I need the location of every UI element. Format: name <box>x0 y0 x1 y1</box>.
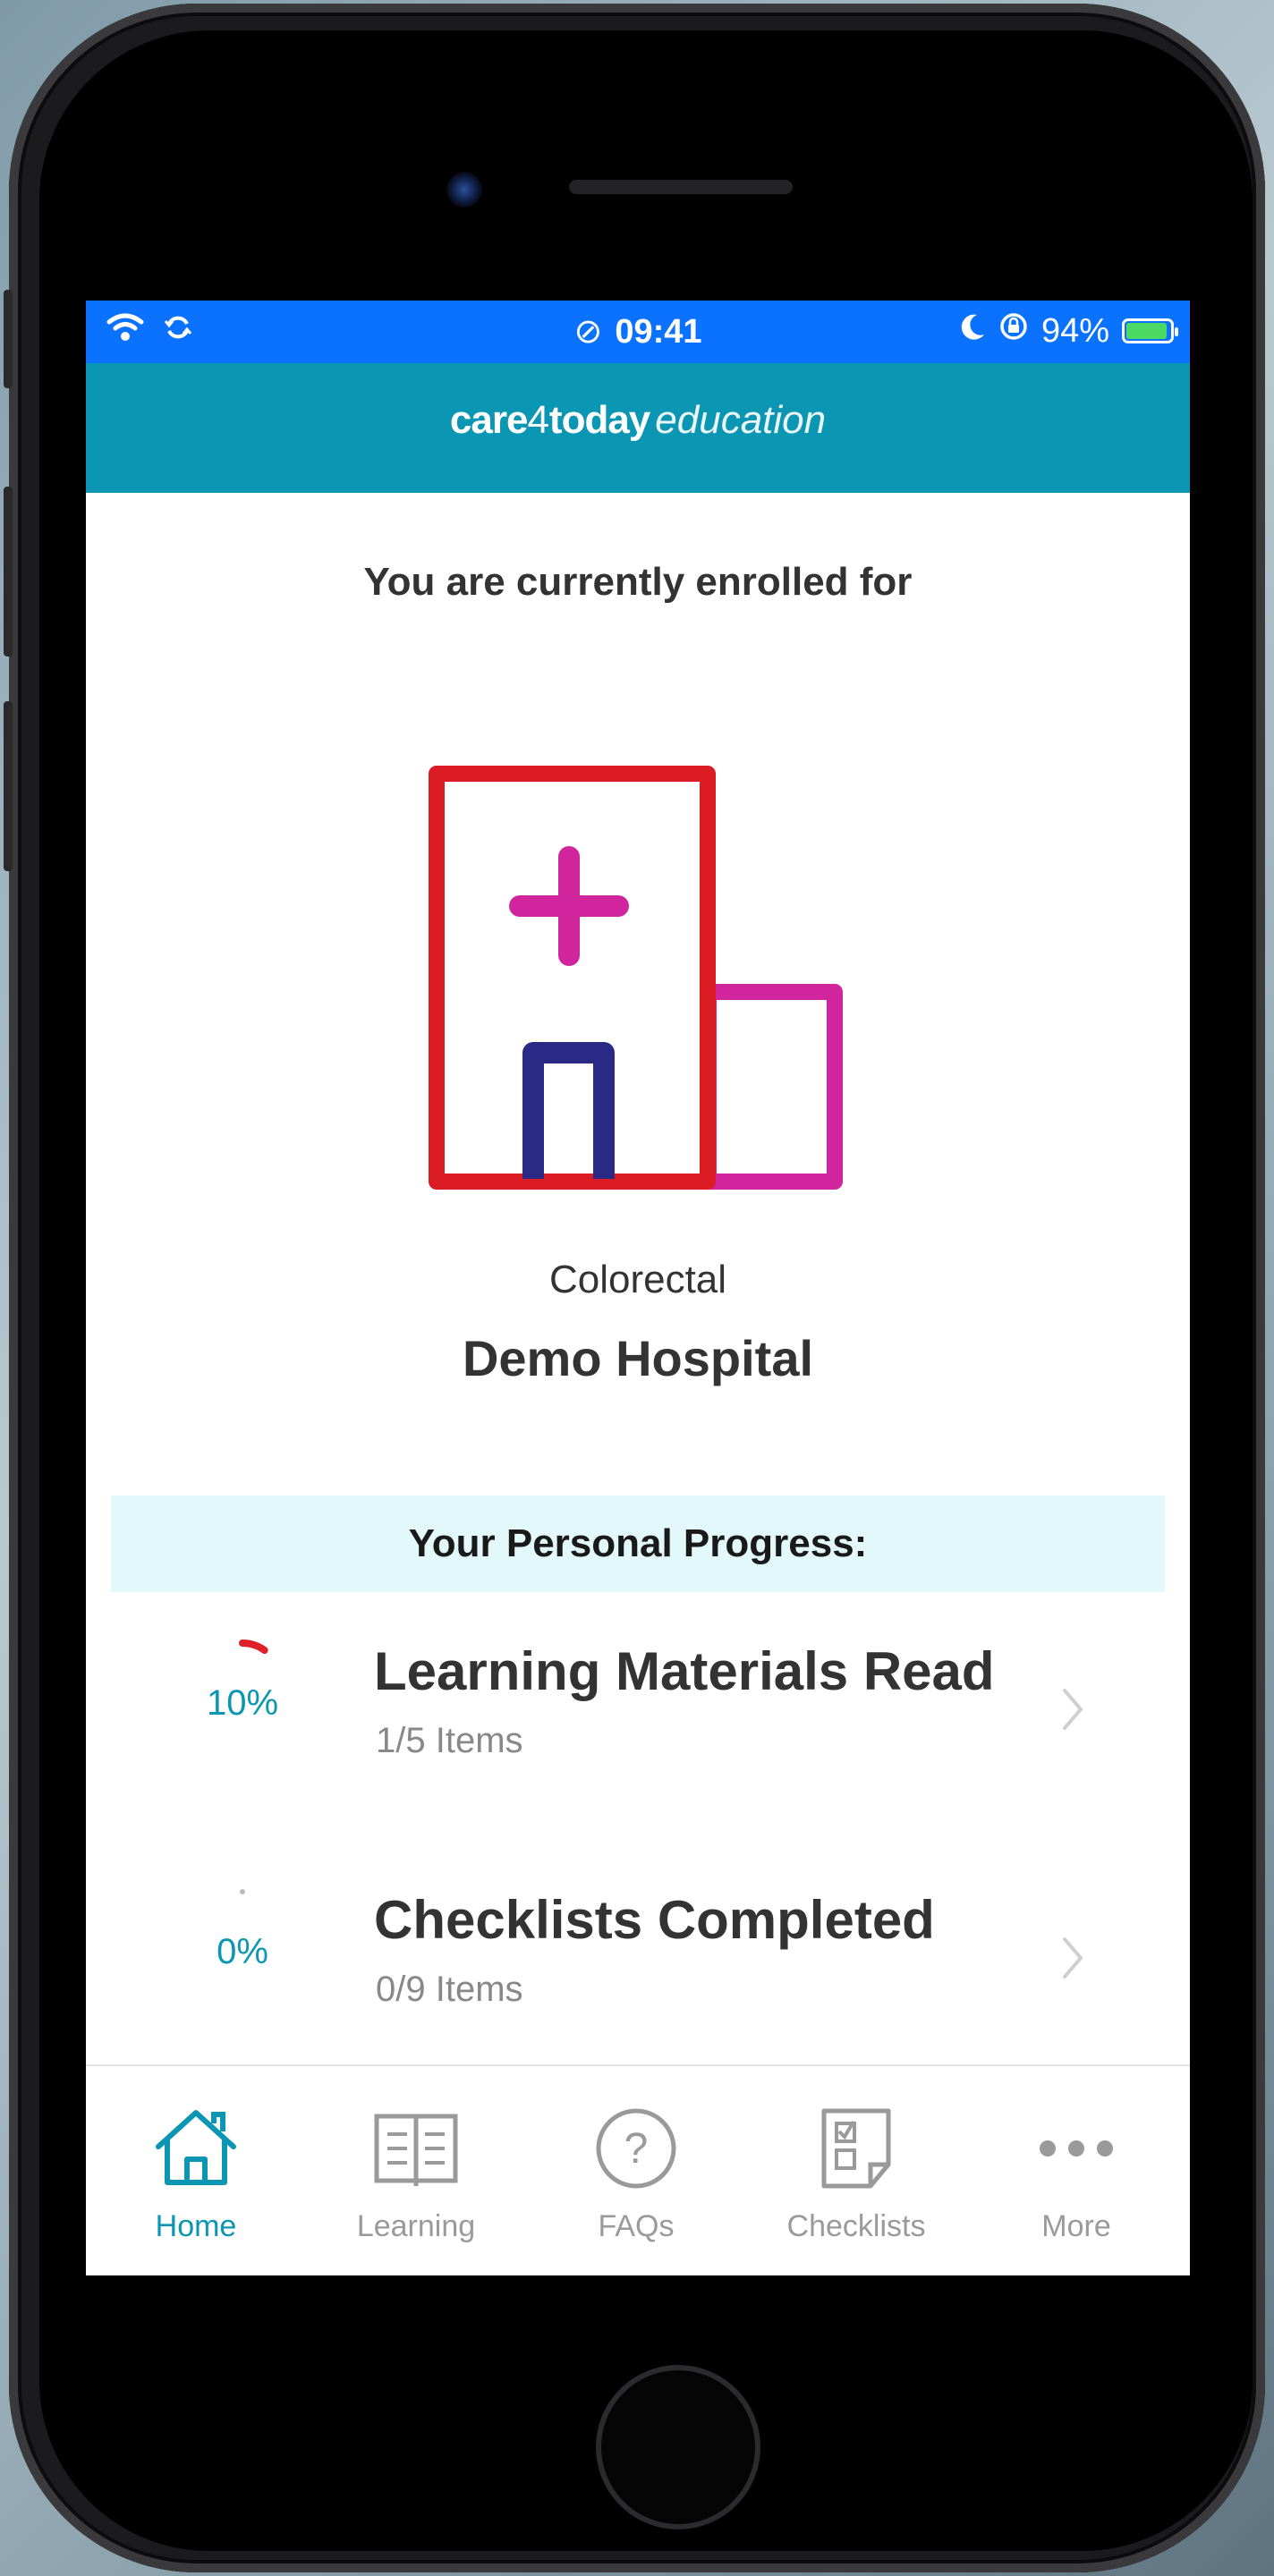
question-icon: ? <box>596 2108 676 2189</box>
tab-label: FAQs <box>598 2209 675 2243</box>
moon-icon <box>959 311 986 351</box>
checklist-icon <box>821 2108 891 2189</box>
hospital-icon <box>429 766 843 1190</box>
enrolled-label: You are currently enrolled for <box>363 560 913 604</box>
progress-title: Checklists Completed <box>374 1890 935 1950</box>
app-screen: ⊘ 09:41 94% care4today education You are c… <box>86 301 1190 2275</box>
app-header: care4today education <box>86 363 1190 493</box>
chevron-right-icon <box>1063 1937 1083 1979</box>
volume-up-button <box>4 487 13 657</box>
battery-percent: 94% <box>1040 311 1109 350</box>
hospital-name: Demo Hospital <box>462 1330 814 1386</box>
home-hardware-button[interactable] <box>596 2365 760 2529</box>
progress-percent: 10% <box>206 1683 279 1723</box>
tab-learning[interactable]: Learning <box>306 2066 526 2275</box>
progress-subtitle: 0/9 Items <box>376 1970 523 2009</box>
progress-row-learning[interactable]: 10% Learning Materials Read 1/5 Items <box>86 1623 1190 1801</box>
book-icon <box>374 2114 458 2186</box>
status-bar: ⊘ 09:41 94% <box>86 301 1190 363</box>
tab-checklists[interactable]: Checklists <box>746 2066 966 2275</box>
link-icon: ⊘ <box>573 313 603 351</box>
more-icon <box>1040 2140 1113 2157</box>
tab-faqs[interactable]: ? FAQs <box>526 2066 746 2275</box>
tab-more[interactable]: More <box>966 2066 1186 2275</box>
specialty-label: Colorectal <box>548 1258 727 1301</box>
progress-percent: 0% <box>217 1932 268 1971</box>
home-icon <box>156 2110 236 2185</box>
tab-home[interactable]: Home <box>86 2066 306 2275</box>
volume-down-button <box>4 701 13 871</box>
tab-bar: Home Learning ? FAQs Checklists More <box>86 2064 1190 2275</box>
orientation-lock-icon <box>998 311 1029 351</box>
chevron-right-icon <box>1063 1689 1083 1730</box>
progress-title: Learning Materials Read <box>374 1641 995 1701</box>
brand-logo: care4today education <box>449 398 827 442</box>
progress-heading: Your Personal Progress: <box>111 1496 1165 1592</box>
tab-label: Checklists <box>786 2209 926 2243</box>
front-camera <box>446 172 482 208</box>
tab-label: Home <box>155 2209 237 2243</box>
mute-switch <box>4 290 13 388</box>
battery-charging-icon <box>1122 318 1178 343</box>
progress-row-checklists[interactable]: 0% Checklists Completed 0/9 Items <box>86 1871 1190 2050</box>
svg-text:?: ? <box>624 2125 649 2173</box>
status-time: 09:41 <box>615 313 702 351</box>
tab-label: More <box>1041 2209 1111 2243</box>
earpiece-speaker <box>569 180 793 194</box>
tab-label: Learning <box>356 2209 476 2243</box>
progress-subtitle: 1/5 Items <box>376 1721 523 1760</box>
